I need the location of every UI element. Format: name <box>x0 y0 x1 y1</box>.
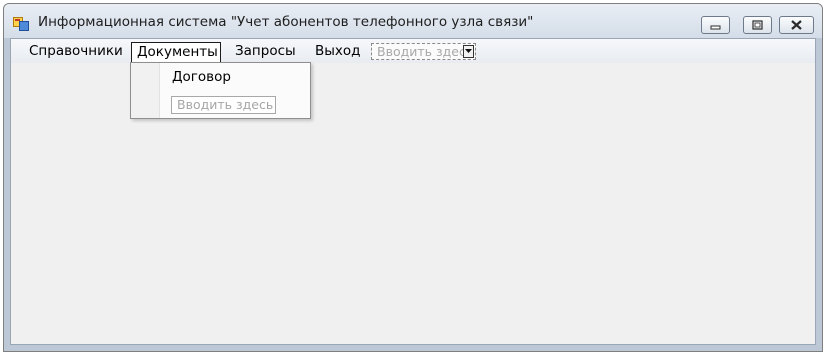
minimize-icon <box>710 25 721 30</box>
maximize-icon <box>752 20 763 30</box>
dropdown-item-dogovor[interactable]: Договор <box>172 69 231 85</box>
dropdown-arrow-icon[interactable] <box>463 45 474 58</box>
dropdown-icon-gutter <box>131 63 160 118</box>
close-button[interactable] <box>779 16 814 34</box>
menu-item-vykhod[interactable]: Выход <box>309 42 367 62</box>
app-form-icon <box>13 17 29 31</box>
menu-item-zaprosy[interactable]: Запросы <box>229 42 302 62</box>
minimize-button[interactable] <box>701 16 730 34</box>
dropdown-type-here-box[interactable]: Вводить здесь <box>171 96 276 114</box>
window-title: Информационная система "Учет абонентов т… <box>38 14 534 30</box>
menu-item-spravochniki[interactable]: Справочники <box>23 42 129 62</box>
title-bar[interactable]: Информационная система "Учет абонентов т… <box>4 4 822 38</box>
main-window: Информационная система "Учет абонентов т… <box>3 3 823 352</box>
menu-type-here-text: Вводить здесь <box>377 44 474 59</box>
close-icon <box>791 20 802 30</box>
menu-item-dokumenty[interactable]: Документы <box>131 42 221 62</box>
menu-bar: Справочники Документы Запросы Выход Ввод… <box>11 39 815 63</box>
documents-dropdown-menu: Договор Вводить здесь <box>130 62 311 119</box>
form-client-area: Справочники Документы Запросы Выход Ввод… <box>10 38 816 345</box>
maximize-button[interactable] <box>743 16 772 34</box>
menu-type-here-box[interactable]: Вводить здесь <box>371 43 476 60</box>
